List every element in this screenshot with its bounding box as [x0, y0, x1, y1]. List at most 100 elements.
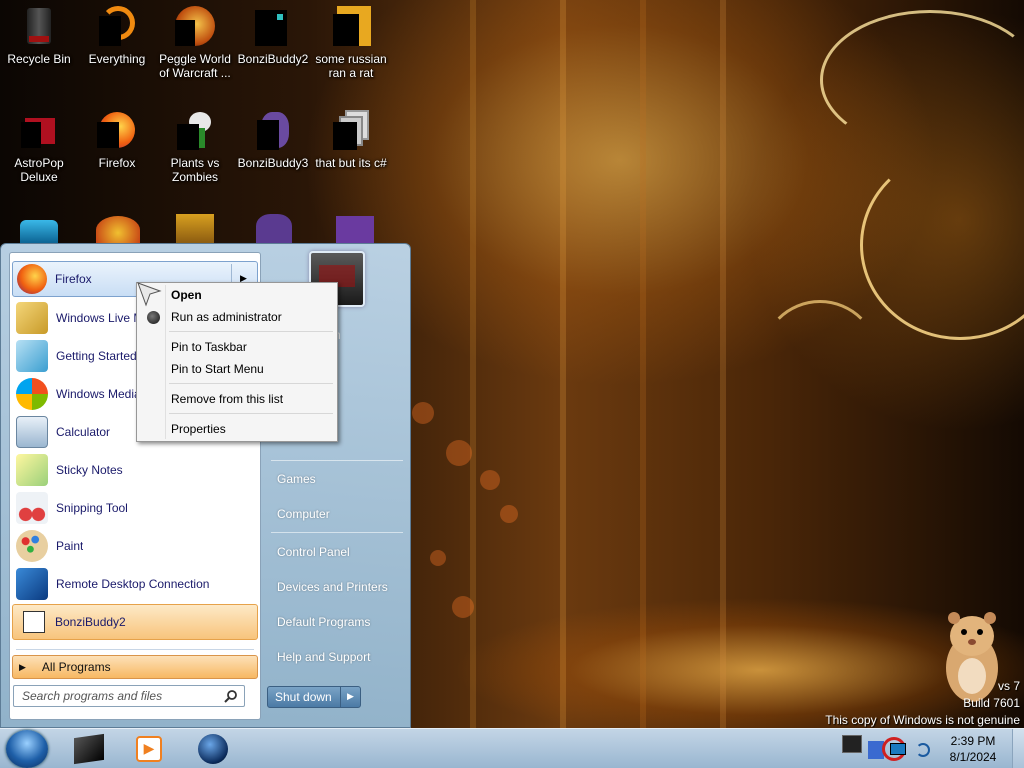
start-item-sticky-notes[interactable]: Sticky Notes: [12, 452, 258, 488]
bonzibuddy-icon: [253, 110, 293, 150]
desktop-icon-label: some russian ran a rat: [315, 52, 387, 80]
windows-logo-icon: [16, 378, 48, 410]
start-menu-separator: [16, 649, 254, 650]
context-pin-start-menu[interactable]: Pin to Start Menu: [139, 358, 335, 380]
context-remove-from-list[interactable]: Remove from this list: [139, 388, 335, 410]
system-tray: [842, 733, 934, 765]
remote-desktop-icon: [16, 568, 48, 600]
desktop-icon-plants-vs-zombies[interactable]: Plants vs Zombies: [156, 104, 234, 200]
start-menu-right-separator: [271, 460, 403, 461]
plants-vs-zombies-icon: [175, 110, 215, 150]
sticky-notes-icon: [16, 454, 48, 486]
black-cube-icon: [74, 733, 104, 765]
paint-palette-icon: [16, 530, 48, 562]
volume-icon[interactable]: [916, 743, 930, 757]
desktop-icon-firefox[interactable]: Firefox: [78, 104, 156, 200]
show-desktop-button[interactable]: [1012, 729, 1024, 768]
desktop-icon-bonzibuddy3[interactable]: BonziBuddy3: [234, 104, 312, 200]
desktop-icon-everything[interactable]: Everything: [78, 0, 156, 96]
windows-live-icon: [16, 302, 48, 334]
context-pin-taskbar[interactable]: Pin to Taskbar: [139, 336, 335, 358]
wallpaper-swirl: [760, 300, 880, 420]
wallpaper-streak: [560, 0, 566, 728]
desktop-icon-partial[interactable]: [336, 216, 374, 244]
context-properties[interactable]: Properties: [139, 418, 335, 440]
desktop-icon-some-russian-ran-a-rat[interactable]: some russian ran a rat: [312, 0, 390, 96]
desktop-icon-label: Recycle Bin: [7, 52, 71, 66]
blank-file-icon: [23, 611, 45, 633]
document-icon: [331, 6, 371, 46]
document-icon: [331, 110, 371, 150]
watermark-genuine-line: This copy of Windows is not genuine: [825, 713, 1020, 727]
desktop-icon-bonzibuddy2[interactable]: BonziBuddy2: [234, 0, 312, 96]
windows-watermark: vs 7 Build 7601 This copy of Windows is …: [825, 678, 1020, 728]
shutdown-button[interactable]: Shut down ▶: [267, 686, 361, 708]
mouse-cursor-icon: [137, 282, 162, 307]
start-item-label: BonziBuddy2: [55, 615, 126, 629]
context-open[interactable]: Open: [139, 284, 335, 306]
search-input[interactable]: Search programs and files: [13, 685, 245, 707]
start-item-bonzibuddy2[interactable]: BonziBuddy2: [12, 604, 258, 640]
context-menu-separator: [169, 331, 333, 332]
wallpaper-swirl: [820, 10, 1024, 150]
wallpaper-streak: [720, 0, 726, 728]
start-item-label: Firefox: [55, 272, 92, 286]
wallpaper-bokeh: [500, 505, 518, 523]
start-link-default-programs[interactable]: Default Programs: [266, 607, 406, 637]
start-link-games[interactable]: Games: [266, 464, 406, 494]
start-item-paint[interactable]: Paint: [12, 528, 258, 564]
triangle-right-icon: ▶: [19, 661, 26, 672]
search-icon[interactable]: [224, 689, 238, 703]
start-item-label: Windows Live M: [56, 311, 144, 325]
wallpaper-swirl: [860, 150, 1024, 340]
start-item-remote-desktop[interactable]: Remote Desktop Connection: [12, 566, 258, 602]
wallpaper-streak: [640, 0, 646, 728]
globe-icon: [198, 734, 228, 764]
desktop-icon-label: Everything: [88, 52, 146, 66]
start-link-devices-printers[interactable]: Devices and Printers: [266, 572, 406, 602]
start-item-label: Windows Media: [56, 387, 141, 401]
desktop-icon-partial[interactable]: [256, 214, 292, 244]
desktop-icon-label: Peggle World of Warcraft ...: [159, 52, 231, 80]
peggle-icon: [175, 6, 215, 46]
clock-date: 8/1/2024: [949, 750, 997, 764]
desktop-icon-astropop[interactable]: AstroPop Deluxe: [0, 104, 78, 200]
context-run-as-admin[interactable]: Run as administrator: [139, 306, 335, 328]
clock[interactable]: 2:39 PM 8/1/2024: [940, 733, 1006, 765]
taskbar-button-app1[interactable]: [60, 731, 118, 767]
firefox-icon: [97, 110, 137, 150]
desktop-icon-label: that but its c#: [315, 156, 387, 170]
media-player-icon: ▶: [136, 736, 162, 762]
context-menu: Open Run as administrator Pin to Taskbar…: [136, 282, 338, 442]
desktop-icon-partial[interactable]: [96, 216, 140, 244]
start-item-label: Paint: [56, 539, 84, 553]
wallpaper-bokeh: [430, 550, 446, 566]
start-item-label: Remote Desktop Connection: [56, 577, 210, 591]
desktop-icon-partial[interactable]: [176, 214, 214, 244]
all-programs-button[interactable]: ▶ All Programs: [12, 655, 258, 679]
start-orb-button[interactable]: [6, 730, 48, 768]
start-item-snipping-tool[interactable]: Snipping Tool: [12, 490, 258, 526]
start-link-help-support[interactable]: Help and Support: [266, 642, 406, 672]
wallpaper-bokeh: [412, 402, 434, 424]
desktop-icon-label: AstroPop Deluxe: [14, 156, 64, 184]
taskbar-button-media-player[interactable]: ▶: [120, 731, 178, 767]
shutdown-label: Shut down: [275, 690, 332, 704]
desktop-icon-peggle[interactable]: Peggle World of Warcraft ...: [156, 0, 234, 96]
calculator-icon: [16, 416, 48, 448]
watermark-os-line: vs 7: [997, 679, 1020, 693]
shutdown-options-arrow[interactable]: ▶: [340, 687, 360, 707]
start-link-computer[interactable]: Computer: [266, 499, 406, 529]
wallpaper-streak: [470, 0, 476, 728]
display-icon[interactable]: [890, 743, 906, 755]
start-link-control-panel[interactable]: Control Panel: [266, 537, 406, 567]
taskbar-button-globe[interactable]: [184, 731, 242, 767]
desktop-icon-partial[interactable]: [20, 220, 58, 244]
desktop-icon-that-but-its-csharp[interactable]: that but its c#: [312, 104, 390, 200]
astropop-icon: [19, 110, 59, 150]
context-menu-separator: [169, 383, 333, 384]
tray-icon-1[interactable]: [842, 735, 862, 753]
recycle-bin-icon: [19, 6, 59, 46]
desktop-icon-recycle-bin[interactable]: Recycle Bin: [0, 0, 78, 96]
all-programs-label: All Programs: [41, 660, 111, 674]
